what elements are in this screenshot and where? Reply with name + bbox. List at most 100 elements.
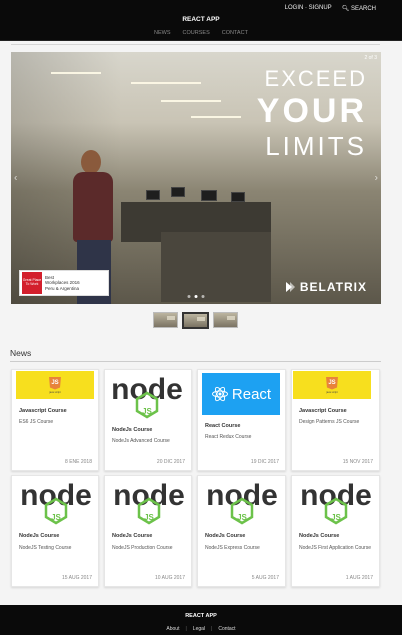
footer-links: About | Legal | Contact: [0, 626, 402, 632]
footer-link-contact[interactable]: Contact: [218, 626, 235, 632]
node-wordmark: node: [20, 479, 92, 512]
card-subtitle: React Redux Course: [205, 434, 252, 440]
card-date: 8 ENE 2018: [65, 459, 92, 465]
node-wordmark: node: [300, 479, 372, 512]
card-title: NodeJs Course: [112, 533, 153, 539]
svg-text:JS: JS: [142, 407, 152, 416]
carousel-dot[interactable]: [187, 295, 191, 298]
node-wordmark: node: [111, 373, 183, 406]
news-card[interactable]: JS java script Javascript Course ES6 JS …: [11, 369, 99, 471]
news-card[interactable]: JS java script Javascript Course Design …: [291, 369, 380, 471]
card-title: NodeJs Course: [205, 533, 246, 539]
news-card[interactable]: React React Course React Redux Course 19…: [197, 369, 286, 471]
header-account-links: LOGIN · SIGNUP 🔍︎ SEARCH: [285, 5, 376, 12]
headline-line-1: EXCEED: [264, 66, 367, 91]
carousel-next-arrow[interactable]: ›: [375, 173, 378, 184]
news-card[interactable]: node JS NodeJs Course NodeJs Advanced Co…: [104, 369, 192, 471]
card-subtitle: NodeJS First Application Course: [299, 545, 371, 551]
footer-link-legal[interactable]: Legal: [193, 626, 205, 632]
card-subtitle: NodeJs Advanced Course: [112, 438, 170, 444]
js-logo-icon: JS java script: [16, 371, 94, 399]
site-footer: REACT APP About | Legal | Contact: [0, 605, 402, 635]
card-date: 5 AUG 2017: [251, 575, 279, 581]
card-subtitle: NodeJS Express Course: [205, 545, 260, 551]
node-wordmark: node: [206, 479, 278, 512]
svg-text:JS: JS: [237, 513, 247, 522]
search-icon: 🔍︎: [341, 6, 350, 12]
carousel-dot[interactable]: [201, 295, 205, 298]
search-label: SEARCH: [350, 6, 376, 12]
office-desks-front: [161, 232, 271, 302]
header-divider: [11, 44, 380, 45]
app-title[interactable]: REACT APP: [0, 16, 402, 23]
card-title: Javascript Course: [19, 408, 67, 414]
monitor: [201, 190, 217, 201]
js-logo-caption: java script: [326, 390, 338, 394]
hero-carousel[interactable]: 2 of 3 EXCEED YOUR LIMITS Great Place To…: [11, 52, 381, 304]
js-logo-caption: java script: [49, 390, 61, 394]
nav-contact[interactable]: CONTACT: [222, 30, 248, 36]
footer-separator: |: [185, 626, 187, 632]
news-heading: News: [10, 348, 32, 358]
login-signup-link[interactable]: LOGIN · SIGNUP: [285, 5, 332, 12]
person-head: [81, 150, 101, 174]
nodejs-logo-icon: node JS: [206, 479, 278, 525]
card-date: 1 AUG 2017: [345, 575, 373, 581]
card-title: React Course: [205, 423, 241, 429]
thumbnail-3[interactable]: [213, 312, 238, 328]
nav-courses[interactable]: COURSES: [183, 30, 210, 36]
card-subtitle: ES6 JS Course: [19, 419, 54, 425]
headline-line-3: LIMITS: [265, 131, 367, 161]
card-title: Javascript Course: [299, 408, 347, 414]
card-title: NodeJs Course: [19, 533, 60, 539]
gptw-logo: Great Place To Work: [22, 272, 42, 294]
belatrix-logo: BELATRIX: [284, 280, 367, 294]
nav-news[interactable]: NEWS: [154, 30, 171, 36]
slide-counter: 2 of 3: [364, 55, 377, 61]
card-date: 19 DIC 2017: [250, 459, 279, 465]
news-card[interactable]: node JS NodeJs Course NodeJS Production …: [104, 475, 192, 587]
react-logo-icon: React: [202, 373, 280, 415]
slide-headline: EXCEED YOUR LIMITS: [257, 66, 367, 162]
badge-line-3: Peru & Argentina: [45, 285, 80, 291]
js-shield-icon: JS: [49, 376, 61, 390]
news-divider: [10, 361, 381, 362]
svg-text:JS: JS: [331, 513, 341, 522]
belatrix-mark-icon: [285, 282, 295, 292]
headline-line-2: YOUR: [256, 92, 367, 130]
monitor: [146, 190, 160, 200]
carousel-thumbnails: [153, 312, 238, 329]
best-workplaces-badge: Great Place To Work Best Workplaces 2016…: [19, 270, 109, 296]
card-date: 15 NOV 2017: [342, 459, 373, 465]
news-card[interactable]: node JS NodeJs Course NodeJS First Appli…: [291, 475, 380, 587]
news-card[interactable]: node JS NodeJs Course NodeJS Testing Cou…: [11, 475, 99, 587]
svg-text:JS: JS: [51, 513, 61, 522]
card-subtitle: Design Patterns JS Course: [299, 419, 360, 425]
node-wordmark: node: [113, 479, 185, 512]
badge-text: Best Workplaces 2016 Peru & Argentina: [45, 275, 80, 291]
carousel-prev-arrow[interactable]: ‹: [14, 173, 17, 184]
thumbnail-2[interactable]: [182, 312, 209, 329]
thumbnail-1[interactable]: [153, 312, 178, 328]
carousel-indicators: [187, 295, 205, 298]
belatrix-wordmark: BELATRIX: [299, 280, 367, 294]
news-card[interactable]: node JS NodeJs Course NodeJS Express Cou…: [197, 475, 286, 587]
react-wordmark: React: [231, 385, 272, 403]
react-atom-icon: [211, 386, 228, 402]
card-title: NodeJs Course: [112, 427, 153, 433]
top-header: LOGIN · SIGNUP 🔍︎ SEARCH REACT APP NEWS …: [0, 0, 402, 41]
footer-brand: REACT APP: [185, 613, 217, 619]
js-shield-icon: JS: [326, 376, 338, 390]
card-title: NodeJs Course: [299, 533, 340, 539]
card-subtitle: NodeJS Production Course: [112, 545, 173, 551]
card-subtitle: NodeJS Testing Course: [19, 545, 72, 551]
svg-text:JS: JS: [144, 513, 154, 522]
carousel-dot-active[interactable]: [194, 295, 198, 298]
footer-link-about[interactable]: About: [166, 626, 179, 632]
search-link[interactable]: 🔍︎ SEARCH: [342, 5, 376, 12]
nodejs-logo-icon: node JS: [300, 479, 372, 525]
monitor: [231, 192, 245, 202]
main-nav: NEWS COURSES CONTACT: [0, 30, 402, 36]
nodejs-logo-icon: node JS: [113, 479, 185, 525]
nodejs-logo-icon: node JS: [20, 479, 92, 525]
